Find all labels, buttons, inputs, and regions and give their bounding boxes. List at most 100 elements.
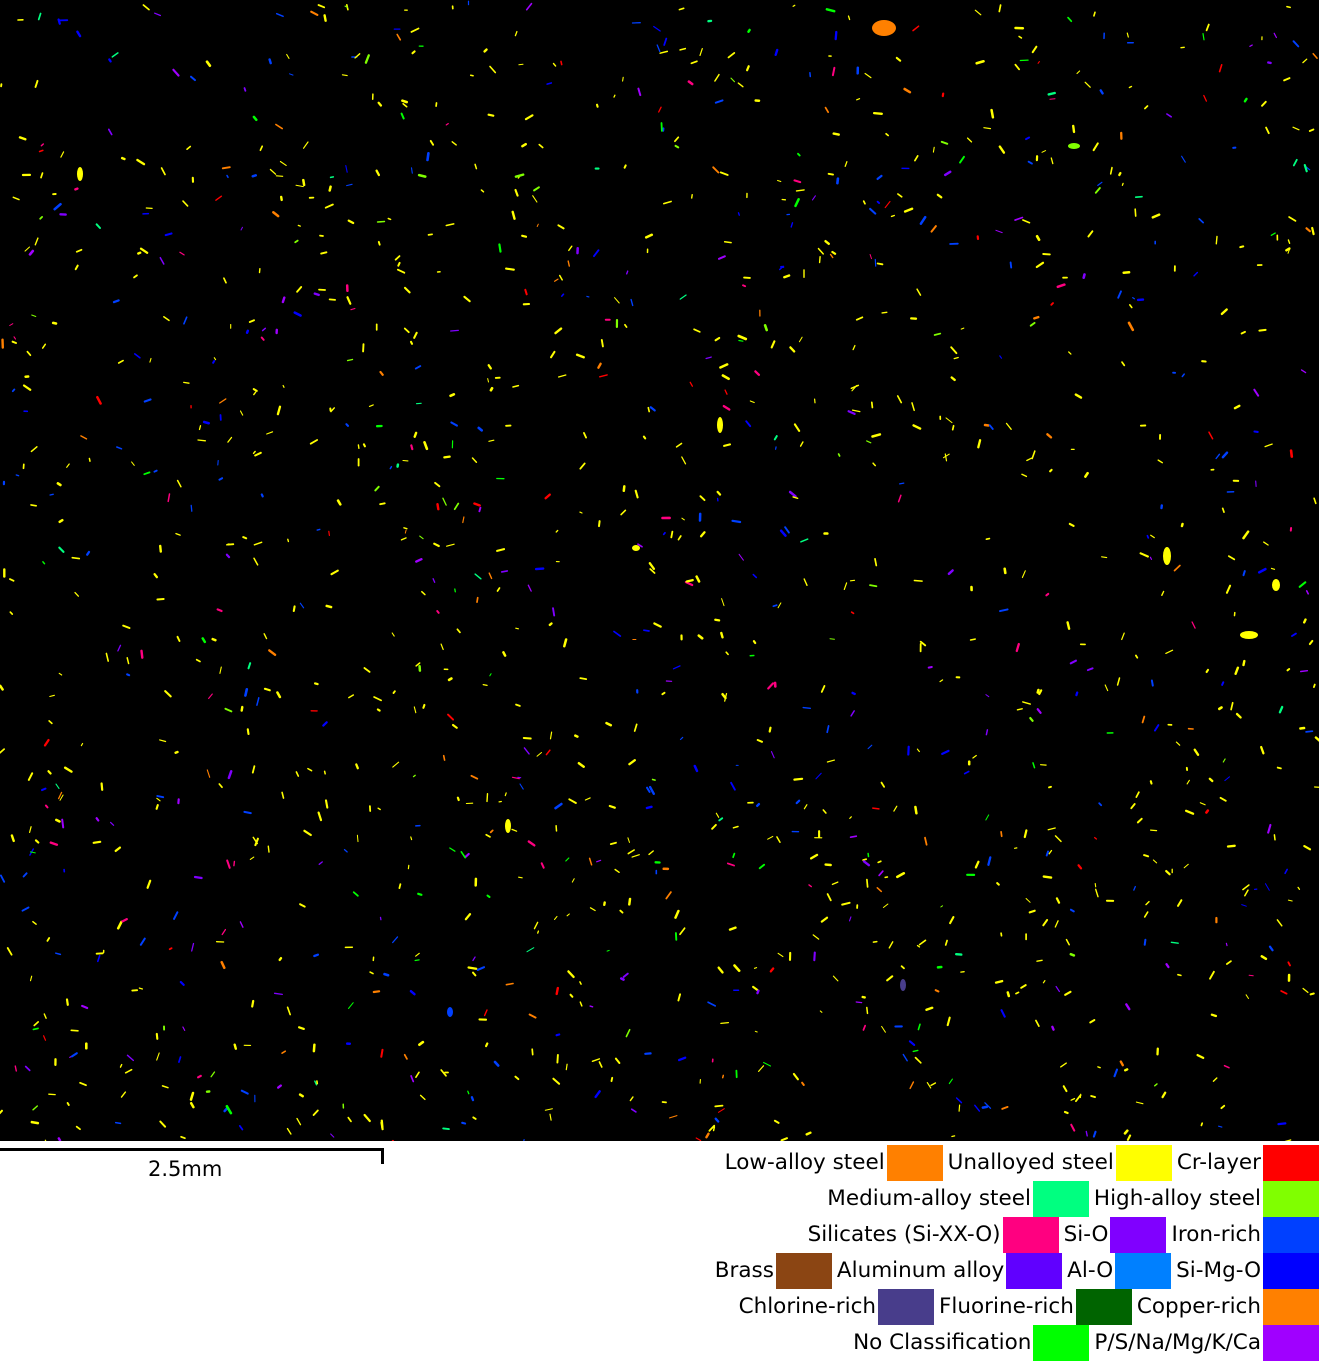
particle: [462, 1123, 465, 1124]
particle: [33, 1028, 38, 1029]
particle: [807, 1133, 811, 1135]
legend-label: Si-O: [1059, 1217, 1111, 1253]
legend-swatch: [776, 1253, 832, 1289]
particle: [1016, 992, 1019, 993]
particle: [486, 1044, 487, 1047]
particle: [715, 1106, 722, 1107]
particle: [621, 979, 623, 980]
legend-item: Iron-rich: [1166, 1217, 1319, 1253]
legend-swatch: [1263, 1217, 1319, 1253]
particle: [1049, 787, 1051, 788]
particle: [1001, 832, 1002, 836]
legend-label: P/S/Na/Mg/K/Ca: [1089, 1325, 1263, 1361]
particle: [245, 88, 246, 91]
particle: [225, 1109, 227, 1112]
particle: [590, 1006, 593, 1007]
particle: [878, 202, 880, 203]
particle: [330, 299, 336, 300]
particle: [281, 197, 282, 200]
particle: [157, 1034, 158, 1039]
particle: [519, 877, 523, 878]
particle: [1124, 272, 1129, 273]
particle: [213, 639, 216, 640]
particle: [326, 800, 327, 807]
particle: [1073, 126, 1074, 132]
legend-swatch: [1263, 1289, 1319, 1325]
particle: [532, 1049, 533, 1054]
particle: [268, 846, 269, 852]
particle: [1274, 835, 1275, 840]
particle: [1306, 731, 1312, 732]
particle: [733, 521, 741, 522]
particle: [413, 51, 415, 53]
particle: [315, 683, 318, 684]
particle: [1219, 708, 1221, 709]
particle: [399, 884, 400, 888]
particle: [913, 1050, 918, 1051]
particle: [757, 804, 759, 806]
particle: [557, 1055, 558, 1063]
legend-label: Aluminum alloy: [832, 1253, 1006, 1289]
particle-cluster: [505, 819, 511, 833]
particle: [138, 253, 140, 254]
particle: [1279, 1123, 1286, 1124]
legend-item: Aluminum alloy: [832, 1253, 1062, 1289]
particle: [983, 1107, 987, 1108]
legend-swatch: [1033, 1181, 1089, 1217]
particle: [814, 953, 815, 961]
particle: [198, 440, 205, 441]
legend-label: No Classification: [848, 1325, 1033, 1361]
particle: [468, 1091, 469, 1094]
particle: [15, 1066, 16, 1071]
particle-classification-map: [0, 0, 1319, 1141]
legend-label: Brass: [710, 1253, 776, 1289]
particle: [1044, 877, 1051, 878]
particle: [929, 667, 932, 668]
particle: [438, 504, 439, 509]
particle: [580, 678, 586, 679]
particle: [49, 771, 51, 773]
particle: [830, 639, 834, 640]
particle: [580, 512, 582, 513]
particle-cluster: [1240, 631, 1258, 639]
particle: [564, 640, 566, 647]
particle-cluster: [872, 20, 896, 36]
particle: [1300, 728, 1304, 729]
particle: [870, 585, 876, 586]
particle: [1051, 303, 1053, 305]
particle: [614, 95, 615, 97]
particle: [1291, 451, 1292, 457]
particle: [1071, 954, 1074, 955]
particle: [599, 521, 600, 526]
particle: [127, 674, 129, 675]
particle: [1240, 246, 1243, 247]
particle: [56, 820, 59, 822]
particle: [724, 444, 730, 446]
particle: [402, 101, 406, 102]
particle: [374, 991, 379, 992]
particle: [997, 883, 999, 885]
particle: [755, 968, 757, 969]
legend-row: No Classification P/S/Na/Mg/K/Ca: [848, 1325, 1319, 1361]
legend-row: Medium-alloy steelHigh-alloy steel: [822, 1181, 1319, 1217]
particle: [380, 503, 385, 504]
particle: [382, 1121, 383, 1128]
particle: [242, 707, 243, 711]
particle: [331, 177, 334, 178]
particle: [443, 1128, 449, 1129]
particle: [1278, 768, 1281, 769]
particle: [122, 158, 124, 159]
particle: [472, 1097, 473, 1100]
legend-row: BrassAluminum alloyAl-OSi-Mg-O: [710, 1253, 1319, 1289]
particle: [873, 808, 879, 809]
particle: [364, 444, 365, 446]
particle: [50, 494, 53, 495]
particle: [429, 234, 433, 235]
particle: [839, 454, 840, 456]
legend-label: Silicates (Si-XX-O): [803, 1217, 1003, 1253]
particle: [1144, 855, 1148, 856]
particle: [411, 445, 412, 449]
particle: [283, 298, 284, 302]
particle: [952, 1136, 955, 1137]
particle: [505, 793, 506, 796]
